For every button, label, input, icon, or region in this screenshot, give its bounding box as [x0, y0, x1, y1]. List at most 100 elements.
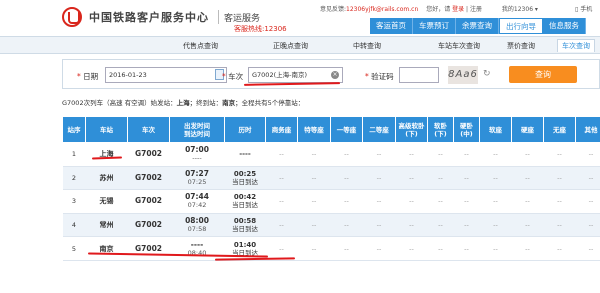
captcha-input[interactable]	[399, 67, 439, 83]
station-name: 苏州	[85, 166, 128, 191]
seat-cell: --	[479, 166, 512, 191]
duration-note: 当日到达	[232, 201, 258, 210]
station-name: 常州	[85, 213, 128, 238]
seat-cell: --	[575, 236, 600, 261]
subnav-train-query[interactable]: 车次查询	[557, 39, 595, 52]
seat-cell: --	[427, 189, 454, 214]
seat-cell: --	[330, 236, 363, 261]
captcha-label: * 验证码	[365, 72, 394, 81]
subnav-delay[interactable]: 正晚点查询	[273, 41, 308, 51]
seat-cell: --	[297, 189, 331, 214]
nav-item-booking[interactable]: 车票预订	[413, 18, 456, 34]
nav-item-tickets[interactable]: 余票查询	[456, 18, 499, 34]
site-title: 中国铁路客户服务中心	[89, 11, 209, 24]
query-button[interactable]: 查询	[509, 66, 577, 83]
table-row: 5 南京 G7002 ---- 08:40 01:40 当日到达 -- -- -- -- -- -- --…	[62, 236, 600, 261]
seat-cell: --	[362, 142, 396, 167]
seat-cell: --	[297, 166, 331, 191]
table-row: 3 无锡 G7002 07:44 07:42 00:42 当日到达 -- -- -- -- -- -- -…	[62, 189, 600, 214]
seat-cell: --	[427, 166, 454, 191]
seat-cell: --	[453, 189, 480, 214]
table-row: 2 苏州 G7002 07:27 07:25 00:25 当日到达 -- -- -- -- -- -- -…	[62, 166, 600, 191]
seat-cell: --	[362, 189, 396, 214]
main-nav: 客运首页 车票预订 余票查询 出行向导 信息服务	[370, 18, 586, 34]
seat-cell: --	[543, 236, 576, 261]
seat-cell: --	[543, 166, 576, 191]
column-header: 二等座	[362, 116, 396, 143]
seat-cell: --	[511, 166, 544, 191]
column-header: 硬卧 (中)	[453, 116, 480, 143]
subnav-station-train[interactable]: 车站车次查询	[438, 41, 480, 51]
feedback-email-link[interactable]: 12306yjfk@rails.com.cn	[346, 6, 418, 13]
seat-cell: --	[511, 236, 544, 261]
train-number: G7002	[127, 142, 170, 167]
train-number: G7002	[127, 166, 170, 191]
seat-cell: --	[395, 166, 428, 191]
sub-nav: 代售点查询 正晚点查询 中转查询 车站车次查询 票价查询 车次查询	[0, 36, 600, 54]
table-header-row: 站序 车站 车次 出发时间 到达时间 历时 商务座 特等座 一等座 二等座 高级软卧 (下) 软卧 …	[62, 116, 600, 143]
seat-cell: --	[453, 213, 480, 238]
column-header: 历时	[224, 116, 266, 143]
seat-cell: --	[265, 142, 298, 167]
duration-cell: 00:58 当日到达	[224, 213, 266, 238]
railway-logo-icon[interactable]	[62, 7, 82, 27]
column-header: 软卧 (下)	[427, 116, 454, 143]
seat-cell: --	[427, 213, 454, 238]
seat-cell: --	[395, 213, 428, 238]
column-header: 硬座	[511, 116, 544, 143]
stop-seq: 3	[62, 189, 86, 214]
site-header: 中国铁路客户服务中心 客运服务 客服热线:12306 意见反馈:12306yjf…	[0, 0, 600, 36]
my12306-link[interactable]: 我的12306	[502, 6, 533, 13]
stop-seq: 2	[62, 166, 86, 191]
seat-cell: --	[362, 236, 396, 261]
seat-cell: --	[511, 142, 544, 167]
column-header: 软座	[479, 116, 512, 143]
register-link[interactable]: 注册	[470, 6, 482, 13]
seat-cell: --	[453, 236, 480, 261]
sub-title: 客运服务	[224, 14, 261, 24]
nav-item-info[interactable]: 信息服务	[543, 18, 586, 34]
duration-cell: 00:25 当日到达	[224, 166, 266, 191]
captcha-image[interactable]: 8Aa6	[448, 66, 478, 84]
seat-cell: --	[575, 213, 600, 238]
column-header: 出发时间 到达时间	[169, 116, 225, 143]
seat-cell: --	[575, 189, 600, 214]
table-row: 4 常州 G7002 08:00 07:58 00:58 当日到达 -- -- -- -- -- -- -…	[62, 213, 600, 238]
time-cell: 08:00 07:58	[169, 213, 225, 238]
nav-item-home[interactable]: 客运首页	[370, 18, 413, 34]
seat-cell: --	[479, 142, 512, 167]
seat-cell: --	[265, 189, 298, 214]
train-number: G7002	[127, 236, 170, 261]
refresh-icon[interactable]: ↻	[483, 69, 491, 79]
time-cell: ---- 08:40	[169, 236, 225, 261]
time-cell: 07:27 07:25	[169, 166, 225, 191]
arrival-time: 07:42	[187, 201, 207, 210]
greeting: 您好，请	[426, 6, 451, 13]
subnav-transfer[interactable]: 中转查询	[353, 41, 381, 51]
date-input[interactable]: 2016-01-23	[105, 67, 227, 83]
seat-cell: --	[511, 189, 544, 214]
login-link[interactable]: 登录	[452, 6, 464, 13]
seat-cell: --	[427, 236, 454, 261]
seat-cell: --	[330, 142, 363, 167]
station-name: 上海	[85, 142, 128, 167]
train-label: * 车次	[222, 72, 244, 81]
seat-cell: --	[330, 189, 363, 214]
train-input[interactable]: G7002(上海-南京) ×	[248, 67, 343, 83]
mobile-link[interactable]: ▯ 手机	[575, 4, 592, 13]
hotline: 客服热线:12306	[234, 25, 287, 33]
subnav-agency[interactable]: 代售点查询	[183, 41, 218, 51]
subnav-fare[interactable]: 票价查询	[507, 41, 535, 51]
duration: 01:40	[233, 240, 257, 249]
column-header: 站序	[62, 116, 86, 143]
seat-cell: --	[479, 213, 512, 238]
nav-item-guide[interactable]: 出行向导	[499, 18, 543, 34]
duration: ----	[239, 150, 251, 159]
duration-note: 当日到达	[232, 177, 258, 186]
seat-cell: --	[265, 166, 298, 191]
seat-cell: --	[395, 189, 428, 214]
departure-time: 08:00	[185, 216, 209, 226]
seat-cell: --	[543, 189, 576, 214]
clear-icon[interactable]: ×	[331, 71, 339, 79]
seat-cell: --	[427, 142, 454, 167]
